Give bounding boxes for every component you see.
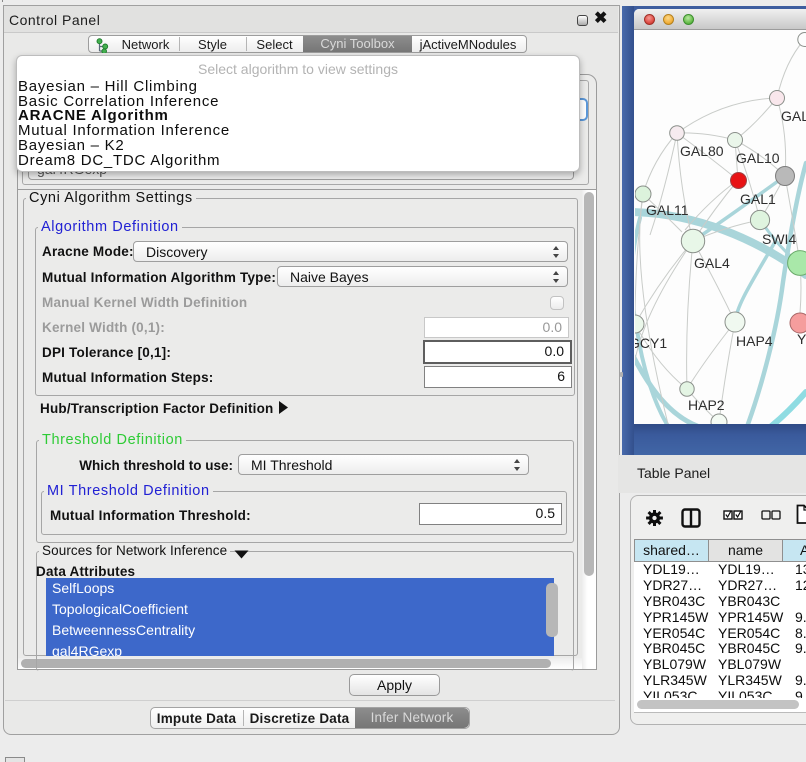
- svg-text:GAL10: GAL10: [736, 150, 780, 166]
- svg-text:GAL11: GAL11: [646, 202, 689, 218]
- svg-text:GAL1: GAL1: [740, 191, 776, 207]
- svg-text:GAL7: GAL7: [781, 108, 806, 124]
- svg-text:HAP2: HAP2: [688, 397, 725, 413]
- svg-text:SWI4: SWI4: [762, 231, 796, 247]
- svg-text:GCY1: GCY1: [635, 335, 667, 351]
- svg-text:Y: Y: [797, 331, 806, 347]
- svg-text:GAL4: GAL4: [694, 255, 730, 271]
- svg-text:GAL80: GAL80: [680, 143, 724, 159]
- svg-text:HAP4: HAP4: [736, 333, 773, 349]
